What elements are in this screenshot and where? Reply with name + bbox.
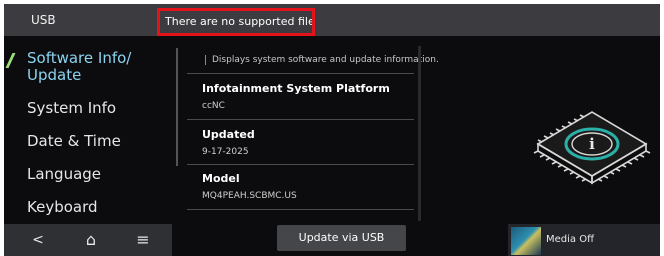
menu-item-date-time[interactable]: Date & Time — [27, 132, 121, 150]
menu-item-keyboard[interactable]: Keyboard — [27, 198, 98, 216]
updated-value: 9-17-2025 — [202, 147, 249, 157]
no-supported-files-notice: There are no supported files. — [157, 8, 315, 36]
bottom-bar: < ⌂ ≡ Update via USB Media Off — [4, 224, 660, 256]
menu-item-software-info-update[interactable]: Software Info/ Update — [27, 50, 131, 84]
panel-scrollbar[interactable] — [418, 46, 421, 221]
media-thumbnail — [511, 227, 541, 255]
platform-title: Infotainment System Platform — [202, 82, 390, 95]
model-title: Model — [202, 172, 240, 185]
media-widget[interactable]: Media Off — [508, 224, 660, 256]
separator — [187, 119, 414, 120]
back-icon[interactable]: < — [18, 224, 58, 256]
menu-item-language[interactable]: Language — [27, 165, 101, 183]
source-label: USB — [31, 13, 56, 27]
panel-description: Displays system software and update info… — [205, 55, 439, 65]
separator — [187, 164, 414, 165]
nav-zone: < ⌂ ≡ — [4, 224, 172, 256]
platform-value: ccNC — [202, 101, 225, 111]
separator — [187, 209, 414, 210]
settings-menu: Software Info/ Update System Info Date &… — [4, 36, 174, 224]
model-value: MQ4PEAH.SCBMC.US — [202, 191, 297, 201]
top-status-bar: USB There are no supported files. — [4, 4, 660, 36]
sidebar-divider — [176, 48, 178, 166]
menu-item-system-info[interactable]: System Info — [27, 99, 116, 117]
svg-text:i: i — [589, 135, 595, 153]
active-item-marker — [5, 53, 16, 68]
media-status-label: Media Off — [546, 234, 594, 245]
menu-icon[interactable]: ≡ — [123, 224, 163, 256]
update-via-usb-button[interactable]: Update via USB — [277, 225, 406, 251]
home-icon[interactable]: ⌂ — [71, 224, 111, 256]
software-info-panel: Displays system software and update info… — [187, 36, 439, 224]
infotainment-screen: USB There are no supported files. Softwa… — [4, 4, 660, 256]
separator — [187, 73, 414, 74]
chip-info-icon: i — [533, 111, 651, 185]
updated-title: Updated — [202, 128, 255, 141]
